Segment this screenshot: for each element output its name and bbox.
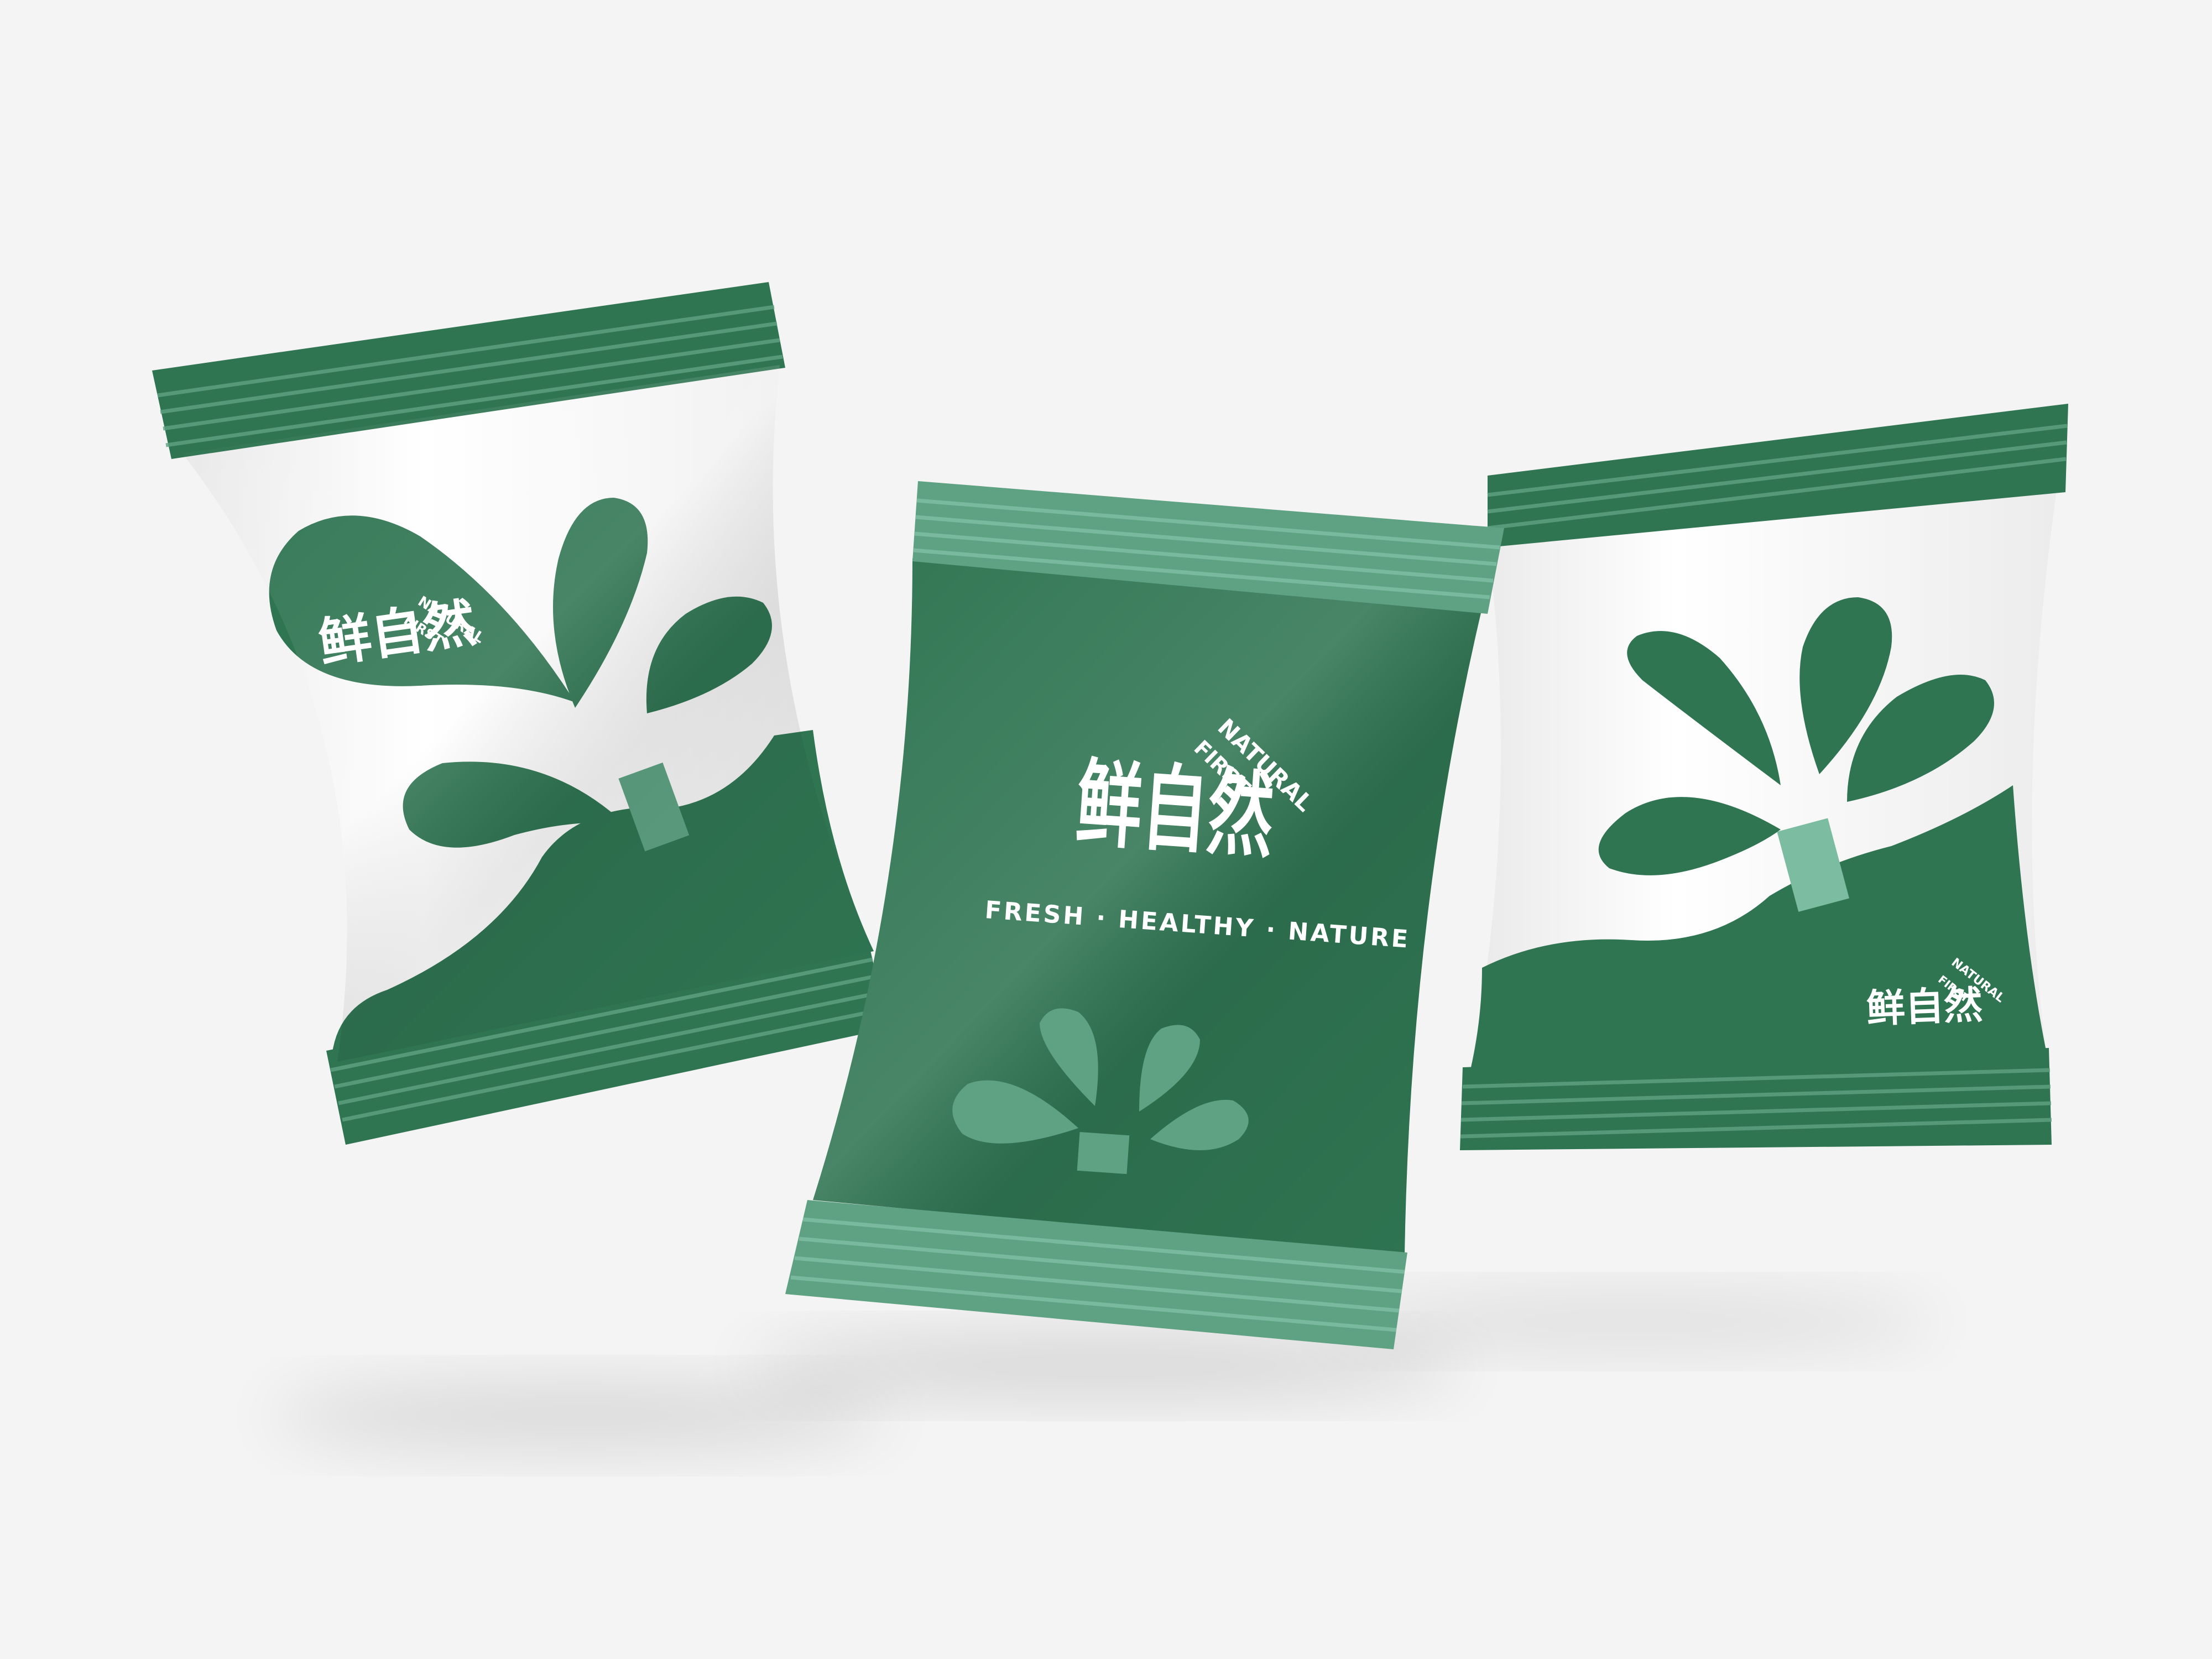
floor-shadow-center — [747, 1338, 1465, 1394]
center-logo-chinese: 鲜自然 — [1073, 748, 1277, 872]
packaging-mockup-scene: 鲜自然 NATURAL FIRST 鲜自然 NATURAL FIRST FRES… — [0, 0, 2212, 1659]
floor-shadow-right — [1322, 1297, 1941, 1347]
floor-shadow-left — [271, 1385, 890, 1446]
center-bag-trunk — [1077, 1131, 1130, 1175]
right-bag: 鲜自然 NATURAL FIRST — [1460, 404, 2068, 1150]
